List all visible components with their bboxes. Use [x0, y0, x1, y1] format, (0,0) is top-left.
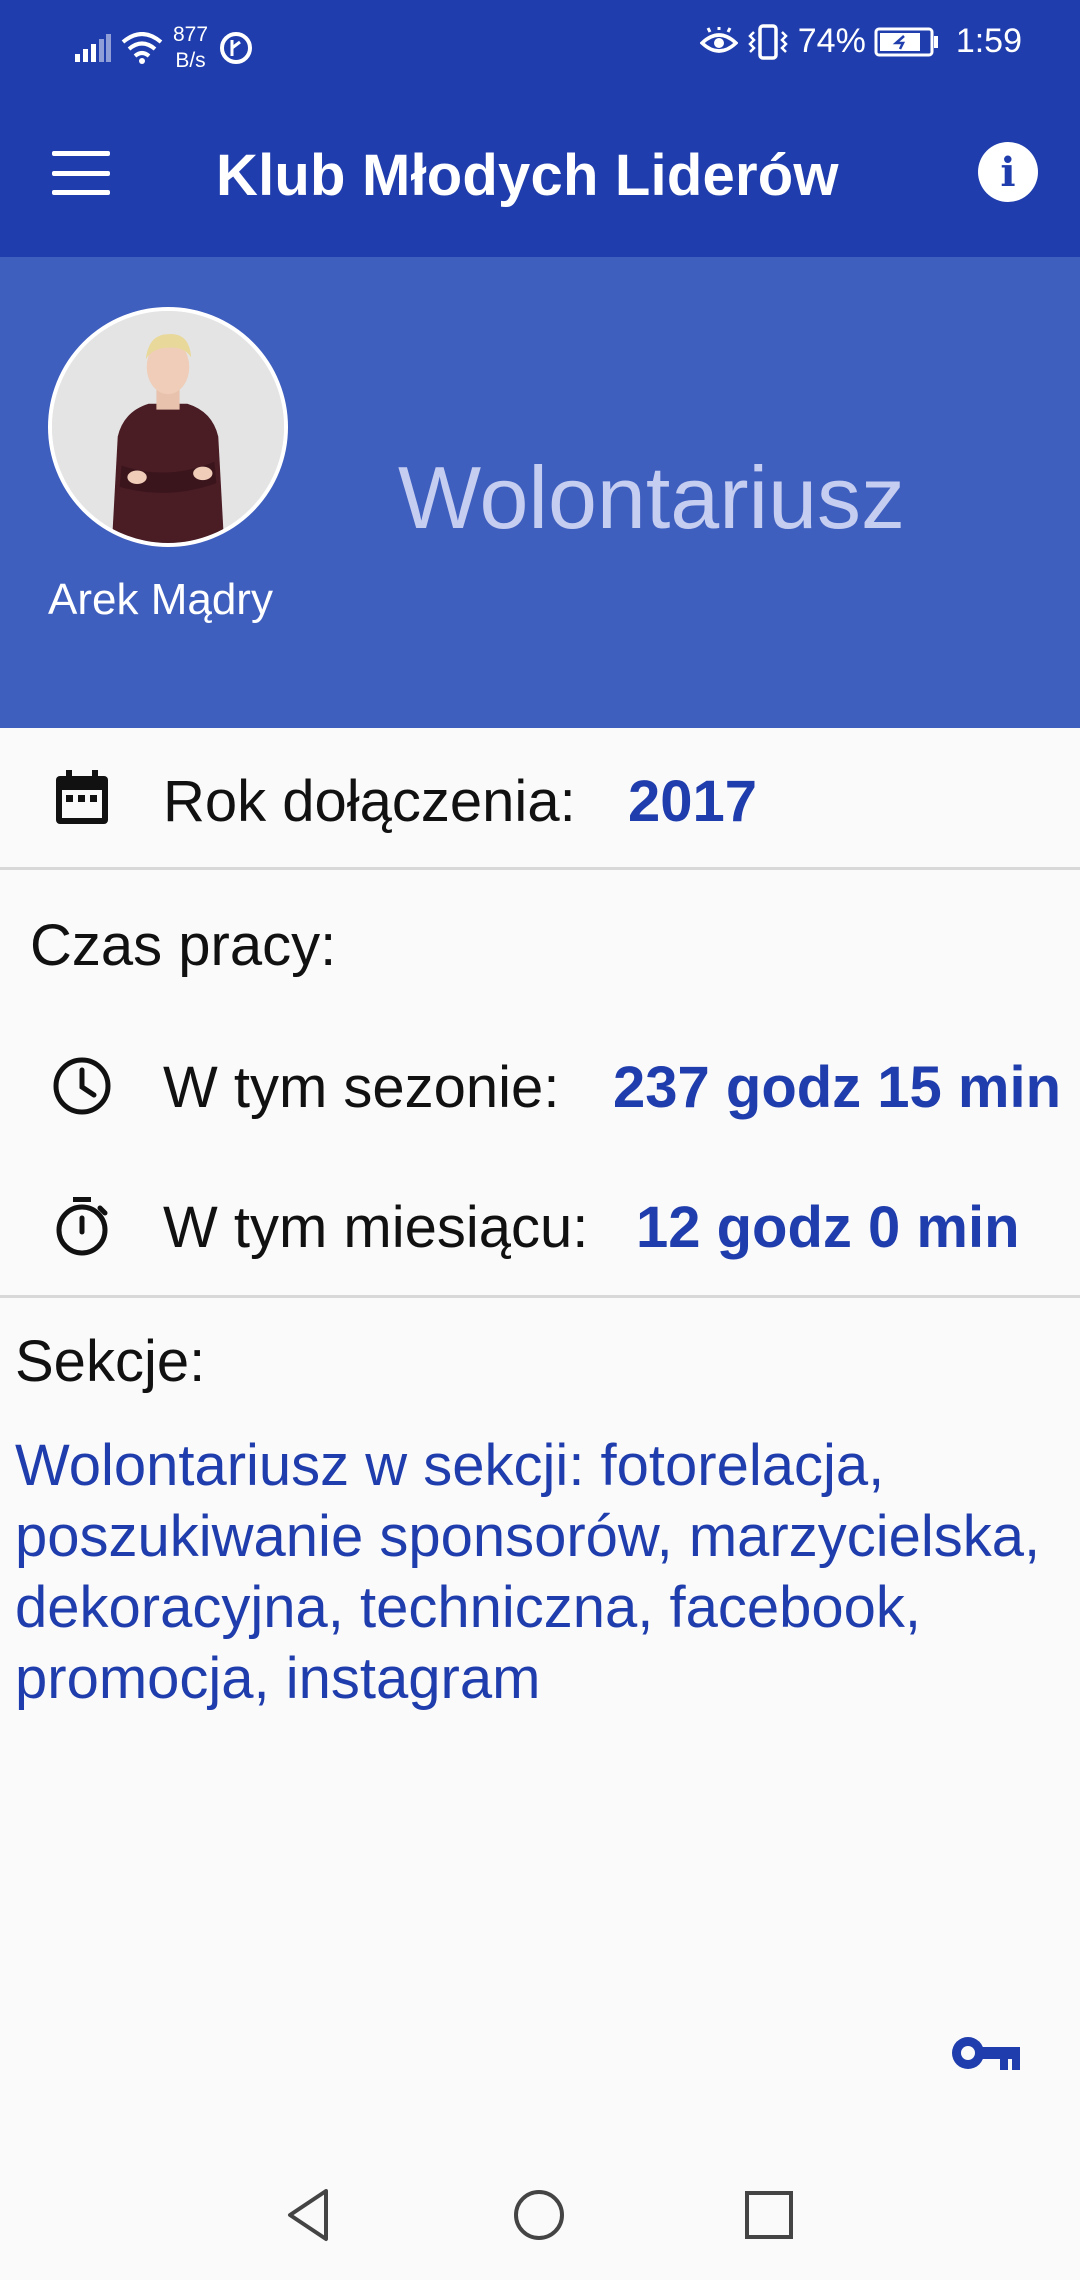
- home-icon[interactable]: [511, 2187, 567, 2243]
- status-bar-right: 74% 1:59: [699, 22, 1022, 61]
- calendar-icon: [56, 770, 108, 824]
- data-saver-icon: [220, 32, 253, 64]
- clock-icon: [53, 1057, 111, 1115]
- network-speed: 877 B/s: [173, 22, 208, 74]
- signal-icon: [75, 34, 111, 62]
- network-speed-value: 877: [173, 23, 209, 46]
- eye-comfort-icon: [699, 26, 738, 53]
- network-speed-unit: B/s: [175, 49, 206, 72]
- month-label: W tym miesiącu:: [163, 1195, 589, 1260]
- battery-percent: 74%: [797, 22, 866, 60]
- back-icon[interactable]: [282, 2187, 338, 2243]
- work-time-heading: Czas pracy:: [30, 913, 337, 978]
- key-icon[interactable]: [950, 2030, 1020, 2076]
- recents-icon[interactable]: [741, 2187, 797, 2243]
- user-name: Arek Mądry: [48, 575, 273, 624]
- navigation-bar: [0, 2150, 1080, 2280]
- join-year-row: Rok dołączenia: 2017: [0, 728, 1080, 870]
- clock-time: 1:59: [955, 22, 1022, 60]
- season-value: 237 godz 15 min: [613, 1055, 1062, 1120]
- app-bar: Klub Młodych Liderów i: [0, 95, 1080, 257]
- season-label: W tym sezonie:: [163, 1055, 560, 1120]
- work-time-section: Czas pracy: W tym sezonie: 237 godz 15 m…: [0, 870, 1080, 1298]
- status-bar: 877 B/s 74% 1:59: [0, 0, 1080, 95]
- profile-header: Arek Mądry Wolontariusz: [0, 257, 1080, 728]
- sections-heading: Sekcje:: [15, 1329, 206, 1394]
- menu-icon[interactable]: [52, 151, 110, 195]
- status-bar-left: 877 B/s: [75, 22, 254, 74]
- month-value: 12 godz 0 min: [636, 1195, 1020, 1260]
- wifi-icon: [121, 32, 163, 64]
- info-icon[interactable]: i: [978, 142, 1038, 202]
- sections-list: Wolontariusz w sekcji: fotorelacja, posz…: [15, 1433, 1041, 1711]
- avatar: [48, 307, 288, 547]
- app-title: Klub Młodych Liderów: [216, 143, 839, 208]
- vibrate-icon: [747, 23, 788, 60]
- join-year-label: Rok dołączenia:: [163, 769, 576, 834]
- avatar-photo: [52, 311, 284, 543]
- join-year-value: 2017: [628, 769, 758, 834]
- stopwatch-icon: [56, 1197, 108, 1256]
- battery-icon: [874, 27, 938, 56]
- role-title: Wolontariusz: [398, 448, 906, 547]
